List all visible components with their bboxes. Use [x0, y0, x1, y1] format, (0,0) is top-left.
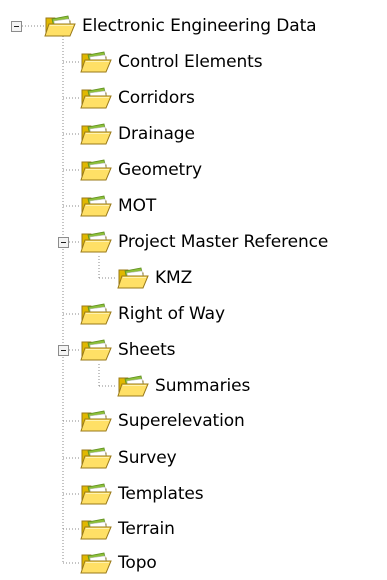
folder-icon — [80, 87, 112, 109]
tree-item-label: Corridors — [118, 88, 195, 108]
folder-icon — [80, 552, 112, 574]
tree-item-summaries[interactable]: Summaries — [117, 371, 250, 401]
tree-item-electronic-engineering-data[interactable]: Electronic Engineering Data — [44, 11, 317, 41]
folder-icon — [80, 303, 112, 325]
tree-item-superelevation[interactable]: Superelevation — [80, 406, 245, 436]
collapse-toggle-root[interactable] — [11, 21, 22, 32]
folder-icon — [80, 231, 112, 253]
collapse-toggle-project-master-reference[interactable] — [58, 237, 69, 248]
tree-item-sheets[interactable]: Sheets — [80, 335, 176, 365]
folder-icon — [80, 159, 112, 181]
tree-item-label: Templates — [118, 484, 204, 504]
folder-icon — [80, 123, 112, 145]
tree-item-label: Summaries — [155, 376, 251, 396]
folder-icon — [80, 51, 112, 73]
folder-icon — [80, 518, 112, 540]
tree-item-label: Drainage — [118, 124, 195, 144]
tree-item-right-of-way[interactable]: Right of Way — [80, 299, 225, 329]
folder-icon — [80, 410, 112, 432]
tree-item-label: Control Elements — [118, 52, 263, 72]
tree-item-label: Geometry — [118, 160, 202, 180]
tree-item-templates[interactable]: Templates — [80, 479, 204, 509]
tree-item-topo[interactable]: Topo — [80, 548, 157, 578]
tree-item-label: Superelevation — [118, 411, 245, 431]
tree-item-label: KMZ — [155, 268, 193, 288]
tree-item-corridors[interactable]: Corridors — [80, 83, 195, 113]
tree-item-survey[interactable]: Survey — [80, 443, 177, 473]
tree-item-label: MOT — [118, 196, 157, 216]
tree-item-terrain[interactable]: Terrain — [80, 514, 175, 544]
tree-item-label: Sheets — [118, 340, 176, 360]
tree-item-drainage[interactable]: Drainage — [80, 119, 195, 149]
folder-icon — [80, 447, 112, 469]
tree-item-mot[interactable]: MOT — [80, 191, 156, 221]
tree-item-label: Project Master Reference — [118, 232, 329, 252]
tree-item-label: Survey — [118, 448, 177, 468]
folder-icon — [80, 483, 112, 505]
folder-icon — [117, 375, 149, 397]
tree-item-label: Right of Way — [118, 304, 225, 324]
folder-tree: Electronic Engineering Data Control Elem… — [0, 0, 387, 580]
folder-icon — [80, 195, 112, 217]
tree-item-geometry[interactable]: Geometry — [80, 155, 202, 185]
tree-item-control-elements[interactable]: Control Elements — [80, 47, 263, 77]
tree-item-project-master-reference[interactable]: Project Master Reference — [80, 227, 328, 257]
folder-icon — [80, 339, 112, 361]
tree-item-kmz[interactable]: KMZ — [117, 263, 192, 293]
tree-item-label: Electronic Engineering Data — [82, 16, 317, 36]
collapse-toggle-sheets[interactable] — [58, 345, 69, 356]
tree-item-label: Topo — [118, 553, 157, 573]
tree-item-label: Terrain — [118, 519, 175, 539]
folder-icon — [117, 267, 149, 289]
folder-icon — [44, 15, 76, 37]
